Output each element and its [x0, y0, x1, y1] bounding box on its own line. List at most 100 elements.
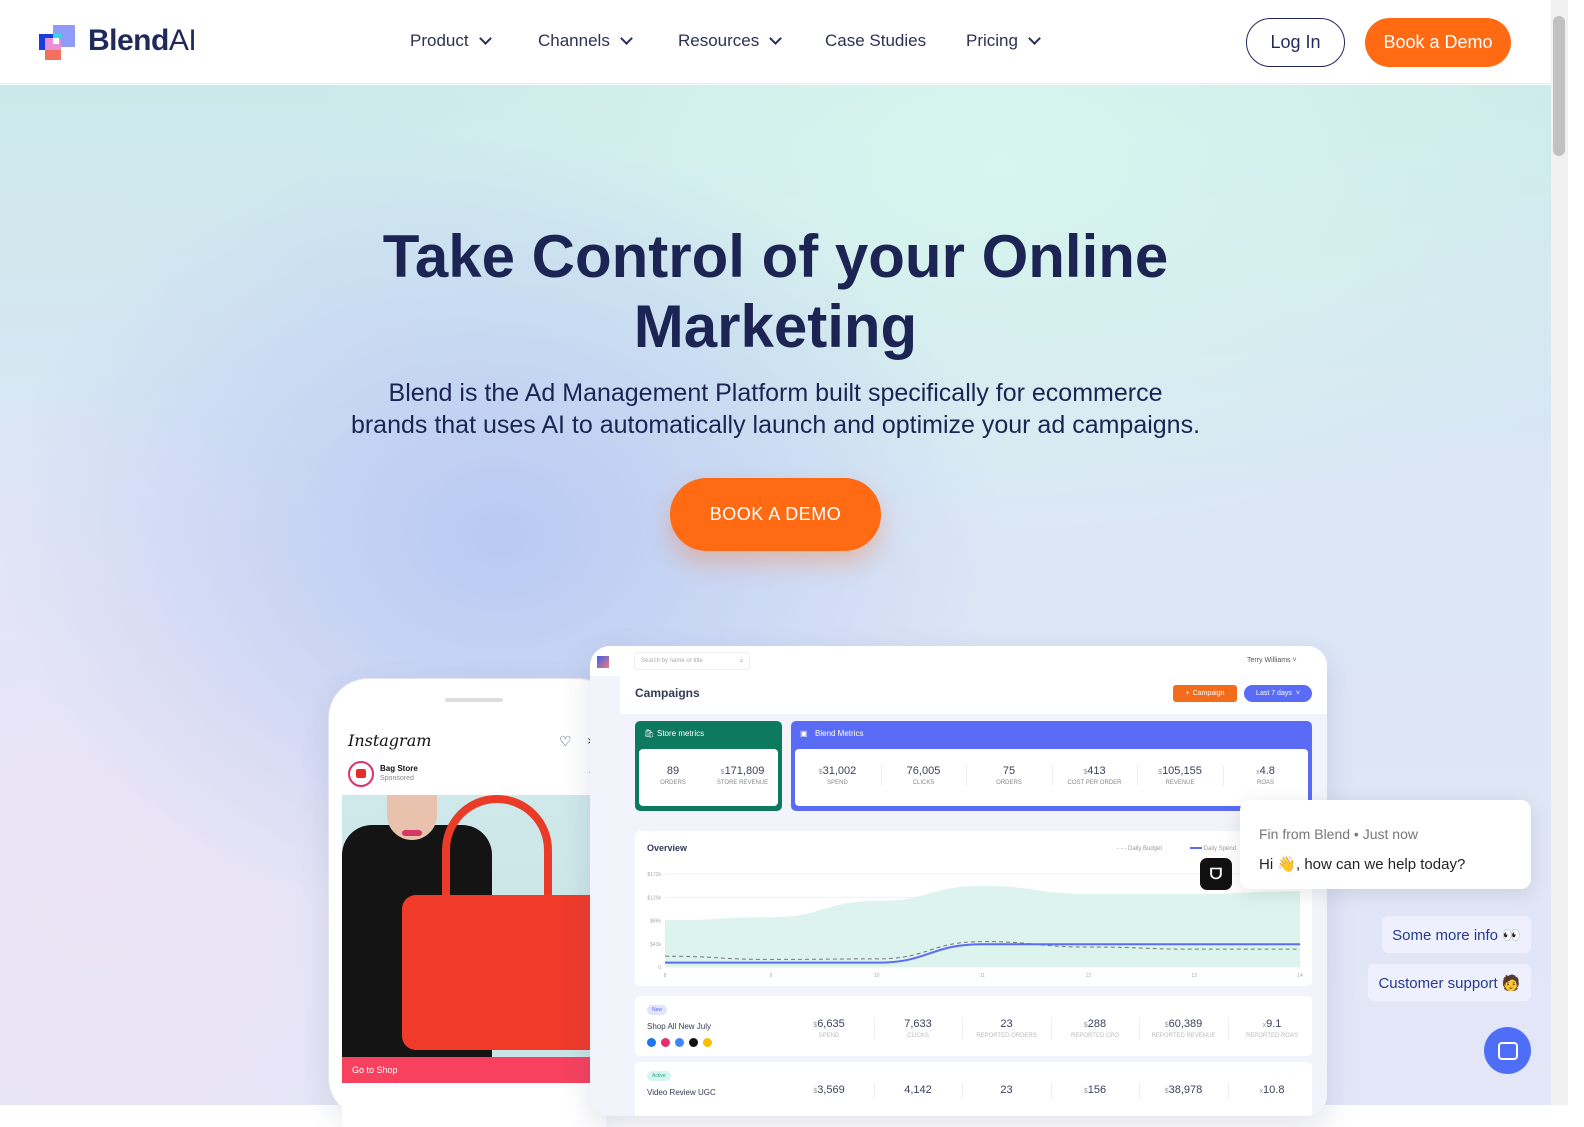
metric-value: 6,635	[817, 1018, 845, 1030]
campaign-metric: $3,569	[785, 1084, 873, 1099]
heart-icon[interactable]: ♡	[559, 733, 572, 750]
y-tick-label: 0	[658, 965, 661, 971]
brand-text: Blend	[88, 24, 169, 57]
metric-label: SPEND	[818, 1033, 840, 1039]
user-menu[interactable]: Terry Williams ˅	[1247, 657, 1297, 664]
x-tick-label: 8	[664, 973, 667, 979]
metric-value: 105,155	[1162, 765, 1202, 777]
search-placeholder: Search by name or title	[641, 658, 703, 664]
campaign-row[interactable]: Active Video Review UGC $3,569 4,142 23 $156…	[635, 1062, 1312, 1116]
metric-value: 4.8	[1259, 765, 1275, 777]
scrollbar[interactable]	[1551, 0, 1568, 1105]
metric-orders: 75 ORDERS	[966, 765, 1051, 786]
nav-resources[interactable]: Resources	[678, 31, 783, 51]
metric-value: 23	[1000, 1018, 1013, 1030]
quick-reply-more-info[interactable]: Some more info 👀	[1382, 916, 1531, 953]
metric-value: 413	[1087, 765, 1106, 777]
x-tick-label: 9	[769, 973, 772, 979]
metric-value: 7,633	[904, 1018, 932, 1030]
metric-value: 60,389	[1168, 1018, 1203, 1030]
campaign-metric: 23	[962, 1084, 1050, 1099]
add-campaign-button[interactable]: + Campaign	[1173, 685, 1237, 702]
title-line: Marketing	[633, 293, 918, 360]
chat-message-bubble[interactable]: Fin from Blend • Just now Hi 👋, how can …	[1240, 800, 1531, 889]
metric-value: 23	[1000, 1084, 1013, 1096]
spend-area-series	[665, 885, 1300, 967]
search-input[interactable]: Search by name or title ⌕	[634, 652, 750, 670]
metric-label: COST PER ORDER	[1067, 780, 1122, 786]
metric-value: 89	[666, 765, 680, 777]
y-tick-label: $86k	[650, 919, 661, 925]
campaign-metric: x10.8	[1227, 1084, 1316, 1099]
page-title: Campaigns	[635, 686, 700, 700]
hero-subtitle: Blend is the Ad Management Platform buil…	[0, 377, 1551, 441]
plus-icon: +	[1185, 690, 1190, 697]
metric-value: 38,978	[1168, 1084, 1203, 1096]
x-tick-label: 12	[1086, 973, 1092, 979]
campaign-metric: $156	[1050, 1084, 1139, 1099]
scrollbar-thumb[interactable]	[1553, 16, 1565, 156]
metric-label: REPORTED CPO	[1071, 1033, 1119, 1039]
nav-channels[interactable]: Channels	[538, 31, 633, 51]
avatar[interactable]	[348, 761, 374, 787]
status-badge: New	[647, 1005, 668, 1015]
go-to-shop-button[interactable]: Go to Shop›	[342, 1057, 606, 1083]
x-tick-label: 13	[1191, 973, 1197, 979]
quick-reply-customer-support[interactable]: Customer support 🧑	[1368, 964, 1531, 1001]
metric-label: STORE REVENUE	[716, 780, 769, 786]
metrics-panel: $31,002 SPEND 76,005 CLICKS 75 ORDERS $413 COST…	[795, 749, 1308, 806]
metric-label: REPORTED ORDERS	[976, 1033, 1037, 1039]
hero-title: Take Control of your Online Marketing	[0, 222, 1551, 362]
campaign-metric: 4,142	[873, 1084, 962, 1099]
button-label: Campaign	[1192, 690, 1225, 697]
sponsored-label: Sponsored	[380, 775, 414, 782]
brand-suffix: AI	[168, 24, 197, 57]
channel-icon	[703, 1038, 712, 1047]
user-name: Terry Williams	[1247, 657, 1291, 664]
subtitle-line: brands that uses AI to automatically lau…	[350, 411, 1201, 439]
nav-case-studies[interactable]: Case Studies	[825, 31, 926, 51]
brand-name[interactable]: BlendAI	[88, 24, 197, 58]
nav-product[interactable]: Product	[410, 31, 492, 51]
channel-icon	[689, 1038, 698, 1047]
metric-label: ROAS	[1256, 780, 1274, 786]
metric-value: 4,142	[904, 1084, 932, 1096]
overview-chart-card: Overview - - - Daily Budget Daily Spend …	[635, 831, 1312, 986]
campaign-metric: $60,389 REPORTED REVENUE	[1139, 1018, 1227, 1039]
campaign-name: Shop All New July	[647, 1022, 712, 1031]
account-name[interactable]: Bag Store	[380, 764, 418, 773]
blend-metrics-card: Blend Metrics ▣ $31,002 SPEND 76,005 CLICKS…	[791, 721, 1312, 811]
cta-label: Go to Shop	[352, 1065, 398, 1075]
date-range-select[interactable]: Last 7 days ˅	[1244, 685, 1312, 702]
metric-revenue: $105,155 REVENUE	[1137, 765, 1222, 786]
chevron-down-icon	[619, 32, 633, 45]
metric-label: ORDERS	[996, 780, 1022, 786]
metric-roas: x4.8 ROAS	[1222, 765, 1308, 786]
chat-sender: Fin from Blend • Just now	[1259, 826, 1418, 842]
campaign-row[interactable]: New Shop All New July $6,635 SPEND 7,633 CLI…	[635, 996, 1312, 1056]
shopify-icon: 🛍	[644, 729, 655, 738]
hero-book-demo-button[interactable]: BOOK A DEMO	[670, 478, 881, 551]
chat-launcher-button[interactable]	[1484, 1027, 1531, 1074]
campaign-metric: 7,633 CLICKS	[873, 1018, 962, 1039]
metric-store-revenue: $171,809 STORE REVENUE	[707, 765, 778, 786]
blend-logo-icon[interactable]	[39, 24, 75, 60]
channel-icon	[647, 1038, 656, 1047]
metric-label: CLICKS	[907, 1033, 929, 1039]
book-demo-button[interactable]: Book a Demo	[1365, 18, 1511, 67]
login-button[interactable]: Log In	[1246, 18, 1345, 67]
chevron-down-icon	[1028, 32, 1041, 45]
metric-clicks: 76,005 CLICKS	[880, 765, 966, 786]
campaign-metric: $6,635 SPEND	[785, 1018, 873, 1039]
nav-label: Case Studies	[825, 31, 927, 50]
campaign-metric: x9.1 REPORTED ROAS	[1227, 1018, 1316, 1039]
store-metrics-card: Store metrics 🛍 89 ORDERS $171,809 STORE R…	[635, 721, 782, 811]
metric-value: 76,005	[906, 765, 941, 777]
campaign-name: Video Review UGC	[647, 1088, 716, 1097]
overview-chart: 0 $43k $86k $129k $172k 8 9 10 11 12 13 14	[647, 872, 1303, 979]
nav-pricing[interactable]: Pricing	[966, 31, 1041, 51]
y-tick-label: $129k	[647, 895, 661, 901]
metric-value: 31,002	[822, 765, 857, 777]
y-tick-label: $43k	[650, 942, 661, 948]
metric-value: 171,809	[724, 765, 765, 777]
